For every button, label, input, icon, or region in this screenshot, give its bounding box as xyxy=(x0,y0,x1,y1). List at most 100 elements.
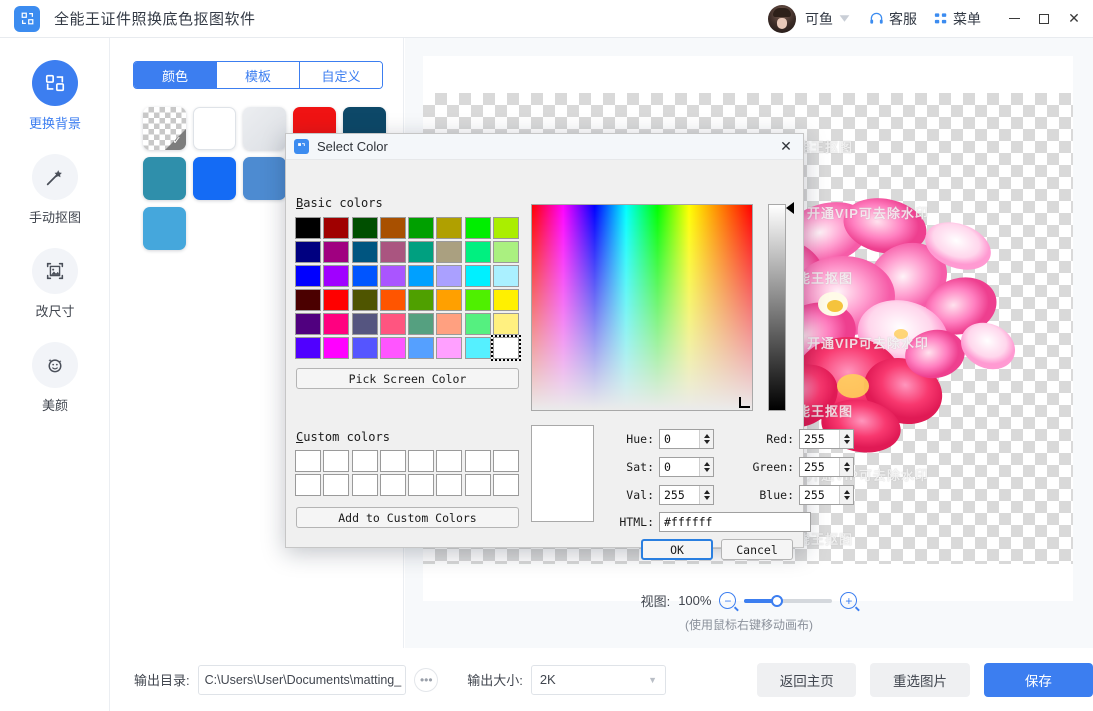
avatar[interactable] xyxy=(768,4,796,33)
basic-color[interactable] xyxy=(351,241,378,263)
basic-color[interactable] xyxy=(464,217,491,239)
basic-color[interactable] xyxy=(436,337,463,359)
basic-color[interactable] xyxy=(436,265,463,287)
custom-color[interactable] xyxy=(408,474,435,496)
support-button[interactable]: 客服 xyxy=(869,9,917,29)
basic-color[interactable] xyxy=(464,313,491,335)
basic-color[interactable] xyxy=(323,217,350,239)
swatch-cell[interactable] xyxy=(189,103,239,153)
basic-color[interactable] xyxy=(408,241,435,263)
basic-color[interactable] xyxy=(351,313,378,335)
swatch-transparent[interactable]: ✓ xyxy=(142,106,186,150)
custom-color[interactable] xyxy=(408,450,435,472)
basic-color[interactable] xyxy=(464,241,491,263)
basic-color[interactable] xyxy=(464,337,491,359)
basic-color[interactable] xyxy=(493,289,520,311)
cancel-button[interactable]: Cancel xyxy=(721,539,793,560)
html-input[interactable]: #ffffff xyxy=(659,512,811,532)
basic-color[interactable] xyxy=(295,241,321,263)
basic-color[interactable] xyxy=(295,289,321,311)
reselect-image-button[interactable]: 重选图片 xyxy=(870,662,970,697)
maximize-icon[interactable] xyxy=(1029,0,1059,38)
val-value[interactable]: 255 xyxy=(660,488,699,502)
swatch-cell[interactable] xyxy=(239,153,289,203)
basic-color[interactable] xyxy=(351,217,378,239)
custom-color[interactable] xyxy=(493,450,520,472)
hue-value[interactable]: 0 xyxy=(660,432,699,446)
spinner-arrows-icon[interactable] xyxy=(699,458,713,476)
basic-color[interactable] xyxy=(295,337,321,359)
basic-color[interactable] xyxy=(323,337,350,359)
saturation-value-picker[interactable] xyxy=(531,204,753,411)
basic-color[interactable] xyxy=(295,265,321,287)
custom-color[interactable] xyxy=(351,474,378,496)
custom-color[interactable] xyxy=(436,474,463,496)
close-icon[interactable]: ✕ xyxy=(769,134,803,160)
basic-color[interactable] xyxy=(436,241,463,263)
tab-template[interactable]: 模板 xyxy=(217,62,300,88)
ok-button[interactable]: OK xyxy=(641,539,713,560)
output-size-select[interactable]: 2K ▼ xyxy=(530,664,667,695)
tab-color[interactable]: 颜色 xyxy=(134,62,217,88)
save-button[interactable]: 保存 xyxy=(983,662,1093,697)
basic-color[interactable] xyxy=(436,313,463,335)
basic-color[interactable] xyxy=(379,241,406,263)
basic-color-selected[interactable] xyxy=(491,335,522,361)
custom-color[interactable] xyxy=(493,474,520,496)
basic-color[interactable] xyxy=(379,265,406,287)
green-spinner[interactable]: 255 xyxy=(799,457,854,477)
zoom-in-icon[interactable]: + xyxy=(840,592,858,609)
basic-color[interactable] xyxy=(493,265,520,287)
custom-color[interactable] xyxy=(379,450,406,472)
swatch-light-gray[interactable] xyxy=(242,106,286,150)
back-home-button[interactable]: 返回主页 xyxy=(757,662,857,697)
basic-color[interactable] xyxy=(408,217,435,239)
sidebar-item-beauty[interactable]: 美颜 xyxy=(0,342,110,414)
spinner-arrows-icon[interactable] xyxy=(839,458,853,476)
zoom-slider-knob[interactable] xyxy=(771,594,784,607)
pick-screen-color-button[interactable]: Pick Screen Color xyxy=(296,368,519,389)
hue-spinner[interactable]: 0 xyxy=(659,429,714,449)
basic-color[interactable] xyxy=(351,265,378,287)
custom-color[interactable] xyxy=(295,474,321,496)
minimize-icon[interactable] xyxy=(999,0,1029,38)
basic-color[interactable] xyxy=(379,313,406,335)
basic-color[interactable] xyxy=(323,265,350,287)
spinner-arrows-icon[interactable] xyxy=(699,486,713,504)
basic-color[interactable] xyxy=(379,337,406,359)
basic-color[interactable] xyxy=(408,337,435,359)
value-marker-icon[interactable] xyxy=(786,202,794,214)
swatch-teal[interactable] xyxy=(142,156,186,200)
custom-color[interactable] xyxy=(436,450,463,472)
basic-color[interactable] xyxy=(408,313,435,335)
basic-color[interactable] xyxy=(323,289,350,311)
menu-button[interactable]: 菜单 xyxy=(934,9,981,29)
add-to-custom-colors-button[interactable]: Add to Custom Colors xyxy=(296,507,519,528)
swatch-steel-blue[interactable] xyxy=(242,156,286,200)
red-value[interactable]: 255 xyxy=(800,432,839,446)
tab-custom[interactable]: 自定义 xyxy=(300,62,382,88)
basic-color[interactable] xyxy=(493,313,520,335)
custom-color[interactable] xyxy=(295,450,321,472)
custom-color[interactable] xyxy=(379,474,406,496)
sidebar-item-replace-background[interactable]: 更换背景 xyxy=(0,60,110,132)
basic-color[interactable] xyxy=(323,313,350,335)
custom-color[interactable] xyxy=(323,450,350,472)
output-dir-input[interactable]: C:\Users\User\Documents\matting_ xyxy=(197,664,407,695)
sidebar-item-resize[interactable]: 改尺寸 xyxy=(0,248,110,320)
basic-color[interactable] xyxy=(436,217,463,239)
custom-color[interactable] xyxy=(464,450,491,472)
user-name[interactable]: 可鱼 xyxy=(805,9,833,29)
basic-color[interactable] xyxy=(295,313,321,335)
green-value[interactable]: 255 xyxy=(800,460,839,474)
custom-color[interactable] xyxy=(323,474,350,496)
blue-spinner[interactable]: 255 xyxy=(799,485,854,505)
basic-color[interactable] xyxy=(408,289,435,311)
basic-color[interactable] xyxy=(295,217,321,239)
basic-color[interactable] xyxy=(351,337,378,359)
close-icon[interactable]: ✕ xyxy=(1059,0,1089,38)
basic-color[interactable] xyxy=(493,241,520,263)
basic-color[interactable] xyxy=(351,289,378,311)
basic-color[interactable] xyxy=(493,217,520,239)
chevron-down-badge-icon[interactable] xyxy=(837,12,852,25)
